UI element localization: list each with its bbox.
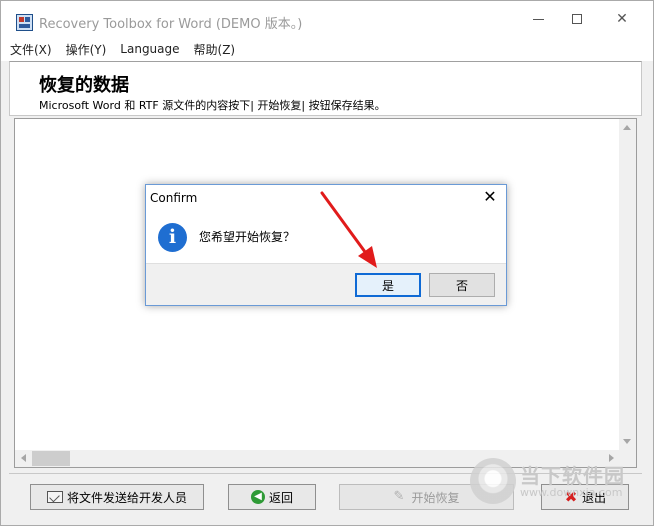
back-button[interactable]: ◀ 返回	[228, 484, 316, 510]
yes-button[interactable]: 是	[355, 273, 421, 297]
back-arrow-icon: ◀	[250, 490, 265, 504]
send-to-developer-button[interactable]: 将文件发送给开发人员	[30, 484, 204, 510]
title-bar: Recovery Toolbox for Word (DEMO 版本。) ✕	[1, 1, 653, 37]
dialog-footer: 是 否	[146, 263, 506, 305]
vertical-scrollbar[interactable]	[619, 119, 636, 450]
page-subtitle: Microsoft Word 和 RTF 源文件的内容按下| 开始恢复| 按钮保…	[39, 99, 386, 112]
menu-language[interactable]: Language	[120, 42, 179, 56]
horizontal-scrollbar[interactable]	[15, 450, 636, 467]
menu-bar: 文件(X) 操作(Y) Language 帮助(Z)	[1, 37, 653, 61]
dialog-close-button[interactable]: ✕	[482, 188, 498, 206]
scroll-down-icon[interactable]	[623, 439, 631, 444]
bottom-toolbar: 将文件发送给开发人员 ◀ 返回 ✎ 开始恢复 ✖ 退出	[9, 473, 642, 519]
start-button-label: 开始恢复	[411, 490, 460, 505]
page-header: 恢复的数据 Microsoft Word 和 RTF 源文件的内容按下| 开始恢…	[9, 61, 642, 116]
yes-button-label: 是	[381, 278, 394, 293]
send-button-label: 将文件发送给开发人员	[66, 490, 187, 505]
no-button[interactable]: 否	[429, 273, 495, 297]
close-window-button[interactable]: ✕	[599, 1, 645, 37]
exit-button[interactable]: ✖ 退出	[541, 484, 629, 510]
exit-x-icon: ✖	[564, 488, 578, 506]
no-button-label: 否	[455, 278, 468, 293]
back-button-label: 返回	[268, 490, 293, 505]
info-icon: i	[158, 223, 187, 252]
menu-help[interactable]: 帮助(Z)	[194, 41, 236, 58]
horizontal-scroll-thumb[interactable]	[32, 451, 70, 466]
scroll-up-icon[interactable]	[623, 125, 631, 130]
menu-file[interactable]: 文件(X)	[10, 41, 52, 58]
scroll-left-icon[interactable]	[21, 454, 26, 462]
dialog-message: 您希望开始恢复？	[199, 230, 296, 244]
start-recovery-button[interactable]: ✎ 开始恢复	[339, 484, 514, 510]
scroll-right-icon[interactable]	[609, 454, 614, 462]
send-file-icon	[46, 491, 63, 503]
maximize-icon	[572, 14, 582, 24]
dialog-title: Confirm	[150, 191, 198, 205]
page-title: 恢复的数据	[39, 75, 129, 96]
window-title: Recovery Toolbox for Word (DEMO 版本。)	[39, 17, 303, 32]
minimize-icon	[532, 18, 544, 20]
app-logo-icon	[16, 14, 33, 31]
close-icon: ✕	[483, 187, 497, 206]
start-recovery-icon: ✎	[393, 489, 405, 504]
menu-operation[interactable]: 操作(Y)	[66, 41, 107, 58]
exit-button-label: 退出	[581, 490, 606, 505]
confirm-dialog: Confirm ✕ i 您希望开始恢复？ 是 否	[145, 184, 507, 306]
close-icon: ✕	[616, 11, 628, 27]
maximize-button[interactable]	[554, 1, 600, 37]
